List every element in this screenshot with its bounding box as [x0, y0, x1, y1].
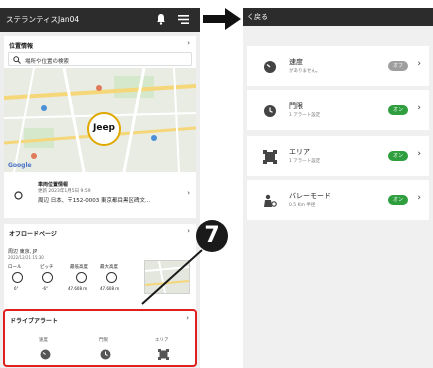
vehicle-location-updated: 更新 2023年1月5日 9:59 — [38, 189, 91, 194]
alert-row-speed[interactable]: 速度 がありません。 オフ › — [247, 46, 429, 86]
offroad-minimap[interactable] — [144, 260, 190, 294]
roll-gauge-icon — [12, 272, 23, 283]
alert-speed-label: 速度 — [39, 338, 48, 343]
gauge-value: 47.608 m — [68, 286, 88, 291]
alert-toggle[interactable]: オン — [388, 151, 408, 161]
chevron-right-icon[interactable]: › — [417, 193, 421, 203]
search-placeholder: 場所や位置の検索 — [25, 58, 70, 65]
valet-icon — [264, 194, 277, 207]
chevron-right-icon[interactable]: › — [187, 227, 190, 235]
map-view[interactable]: Jeep Google — [4, 68, 196, 172]
search-input[interactable]: 場所や位置の検索 — [8, 52, 192, 66]
location-card: 位置情報 › 場所や位置の検索 Jeep Google 車両位置情報 更新 20… — [4, 36, 196, 218]
gauge-value: 47.608 m — [100, 286, 120, 291]
map-attribution: Google — [8, 162, 32, 169]
alert-toggle[interactable]: オン — [388, 195, 408, 205]
alert-row-valet[interactable]: バレーモード 0.5 Km 半径 オン › — [247, 180, 429, 220]
vehicle-name: ステランティスJan04 — [6, 15, 80, 24]
gauge-label: ロール — [8, 265, 22, 270]
pitch-gauge-icon — [42, 272, 53, 283]
left-phone-screen: ステランティスJan04 位置情報 › 場所や位置の検索 Jeep Google… — [0, 8, 200, 368]
step-callout-badge: 7 — [196, 220, 228, 252]
back-button[interactable]: く戻る — [247, 12, 268, 22]
gauge-label: 最大高度 — [100, 265, 118, 270]
alert-name: 速度 — [289, 58, 303, 66]
gauge-value: -6° — [42, 286, 48, 291]
alert-row-curfew[interactable]: 門限 1 アラート設定 オン › — [247, 90, 429, 130]
speedometer-icon[interactable] — [40, 349, 51, 360]
speedometer-icon — [264, 61, 276, 73]
gauge-label: ピッチ — [40, 265, 54, 270]
altitude-max-icon — [106, 272, 117, 283]
bell-icon[interactable] — [156, 13, 166, 25]
chevron-right-icon[interactable]: › — [417, 59, 421, 69]
clock-icon[interactable] — [100, 349, 111, 360]
vehicle-location-title: 車両位置情報 — [38, 182, 69, 188]
alert-status: 1 アラート設定 — [289, 159, 321, 164]
alert-status: 1 アラート設定 — [289, 113, 321, 118]
alert-toggle[interactable]: オン — [388, 105, 408, 115]
alert-name: バレーモード — [289, 192, 331, 200]
alert-name: 門限 — [289, 102, 303, 110]
alert-toggle[interactable]: オフ — [388, 61, 408, 71]
chevron-right-icon[interactable]: › — [186, 314, 189, 322]
alert-status: 0.5 Km 半径 — [289, 203, 316, 208]
vehicle-location-address: 周辺 日本、〒152-0003 東京都目黒区碑文... — [38, 198, 151, 204]
alert-curfew-label: 門限 — [99, 338, 108, 343]
area-icon[interactable] — [158, 349, 169, 360]
altitude-min-icon — [76, 272, 87, 283]
app-header: ステランティスJan04 — [0, 8, 200, 32]
alert-area-label: エリア — [155, 338, 169, 343]
search-icon — [13, 56, 21, 64]
alert-row-area[interactable]: エリア 1 アラート設定 オン › — [247, 136, 429, 176]
chevron-right-icon[interactable]: › — [187, 39, 190, 47]
chevron-right-icon[interactable]: › — [417, 149, 421, 159]
offroad-card: オフロードページ › 周辺 東京, JP 2022/12/21 15:30 ロー… — [4, 224, 196, 312]
alert-header: く戻る — [243, 8, 433, 26]
offroad-place: 周辺 東京, JP — [8, 249, 38, 255]
arrow-right-icon — [203, 8, 241, 30]
location-title: 位置情報 — [9, 43, 34, 50]
alert-name: エリア — [289, 148, 310, 156]
alert-status: がありません。 — [289, 69, 321, 74]
area-icon — [263, 150, 277, 164]
chevron-right-icon[interactable]: › — [417, 103, 421, 113]
right-phone-screen: く戻る 速度 がありません。 オフ › 門限 1 アラート設定 オン › エリア… — [243, 8, 433, 368]
offroad-date: 2022/12/21 15:30 — [8, 255, 44, 260]
location-pin-icon — [14, 191, 23, 200]
offroad-title: オフロードページ — [9, 231, 57, 238]
minimap-roads — [144, 260, 190, 294]
drive-alert-title: ドライブアラート — [10, 318, 59, 325]
vehicle-location-row[interactable]: 車両位置情報 更新 2023年1月5日 9:59 周辺 日本、〒152-0003… — [4, 176, 196, 218]
menu-icon[interactable] — [178, 15, 189, 24]
gauge-label: 最低高度 — [70, 265, 88, 270]
jeep-logo: Jeep — [93, 123, 115, 133]
gauge-value: 6° — [14, 286, 19, 291]
clock-icon — [264, 105, 276, 117]
vehicle-map-marker[interactable]: Jeep — [87, 112, 121, 146]
chevron-right-icon[interactable]: › — [187, 189, 190, 197]
drive-alert-card[interactable]: ドライブアラート › 速度 門限 エリア — [3, 309, 197, 367]
